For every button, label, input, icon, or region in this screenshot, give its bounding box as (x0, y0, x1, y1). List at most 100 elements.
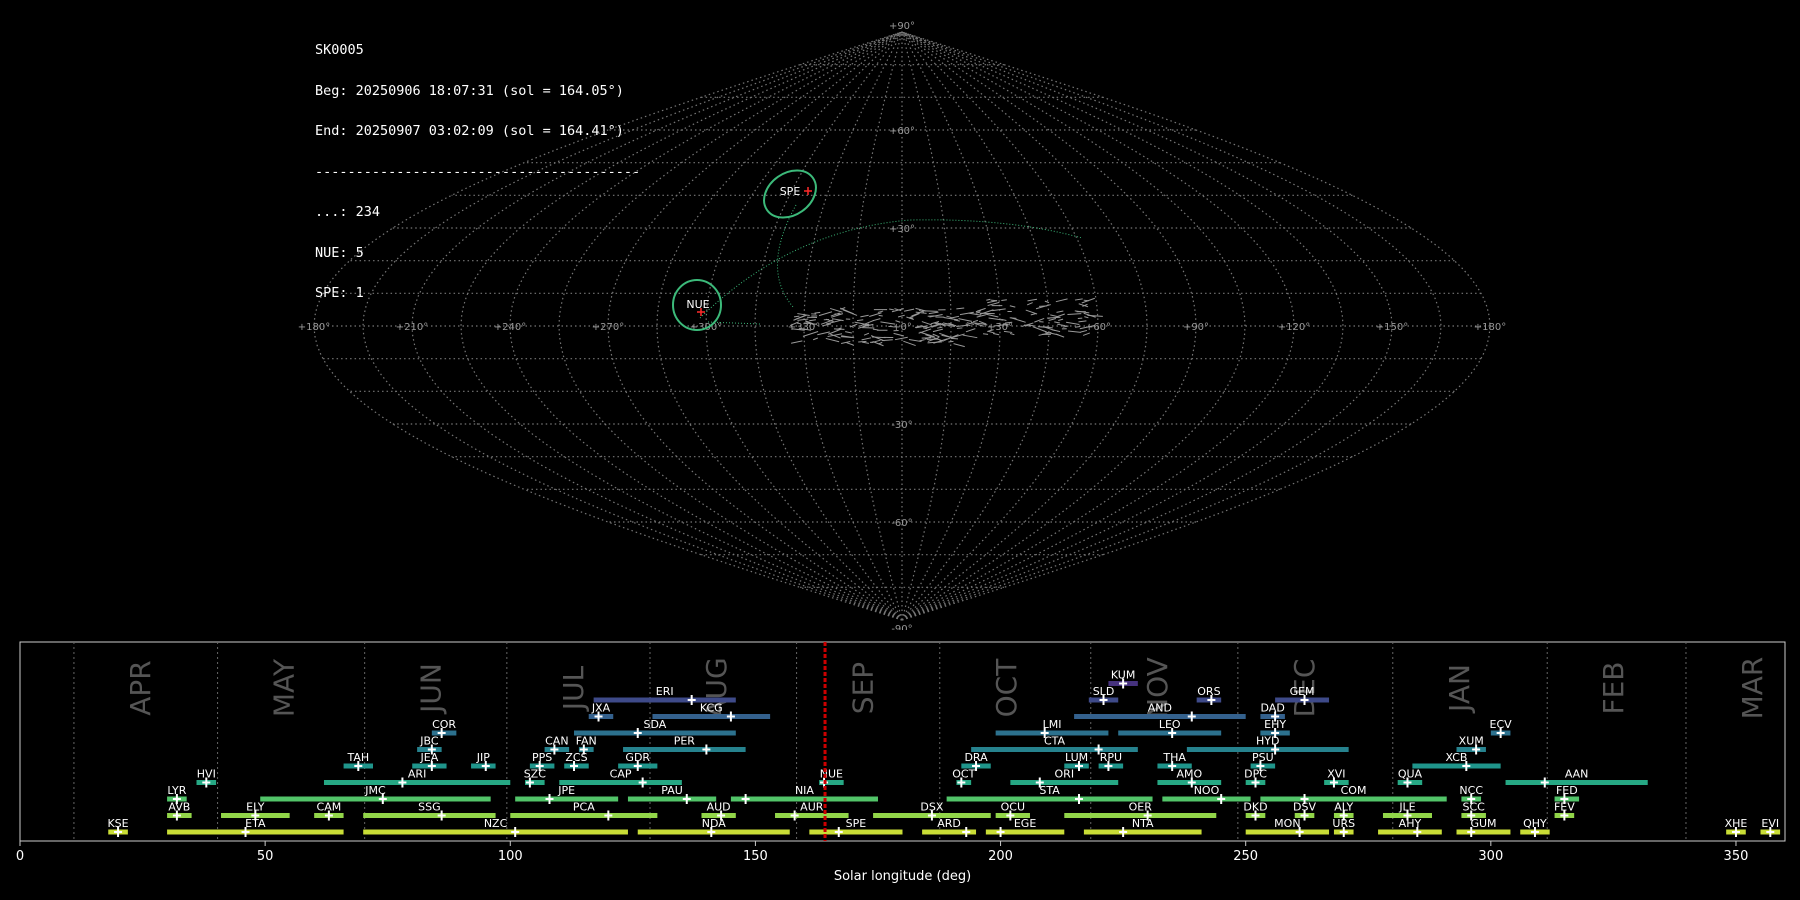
lat-label: +60° (889, 126, 915, 137)
x-axis-label: Solar longitude (deg) (834, 869, 971, 884)
x-tick-label: 100 (498, 849, 523, 864)
shower-bar (510, 813, 658, 818)
shower-bar (363, 813, 496, 818)
lon-label: +30° (987, 322, 1013, 333)
shower-evi: EVI (1760, 817, 1781, 837)
shower-label: GEM (1290, 685, 1315, 698)
meteor-streak (992, 308, 1006, 312)
shower-label: ERI (656, 685, 674, 698)
shower-label: JEA (420, 751, 439, 764)
shower-dkd: DKD (1243, 801, 1268, 821)
shower-label: JXA (591, 702, 611, 715)
meteor-streak (903, 340, 916, 347)
shower-label: NOO (1194, 784, 1220, 797)
shower-label: ECV (1490, 718, 1513, 731)
shower-label: PSU (1252, 751, 1274, 764)
meteor-streak (1046, 316, 1061, 319)
shower-label: LYR (167, 784, 186, 797)
meteor-streak (1026, 302, 1033, 306)
shower-label: SSG (418, 801, 441, 814)
meteor-streak (897, 314, 905, 318)
shower-label: ARI (408, 768, 426, 781)
month-label: JAN (1443, 664, 1476, 714)
meteor-streak (812, 337, 819, 341)
meteor-streak (972, 319, 979, 323)
meteor-streak (1062, 325, 1069, 328)
meteor-streak (1065, 321, 1080, 326)
shower-bar (809, 829, 903, 835)
meteor-streak (988, 317, 1004, 321)
shower-label: PPS (532, 751, 552, 764)
shower-label: SDA (644, 718, 667, 731)
sky-map: +180°+150°+120°+90°+60°+30°+0°+330°+300°… (298, 21, 1506, 630)
meteor-streak (814, 311, 821, 314)
meteor-streak (839, 307, 854, 315)
lon-label: +210° (396, 322, 428, 333)
meteor-streak (1074, 298, 1083, 301)
meteor-streak (948, 340, 954, 343)
meteor-streak (958, 318, 972, 322)
x-tick-label: 250 (1233, 849, 1258, 864)
meteor-streak (919, 331, 935, 338)
shower-label: CAM (317, 801, 342, 814)
shower-label: XHE (1725, 817, 1748, 830)
meteor-streak (922, 327, 928, 330)
meteor-streak (878, 314, 883, 317)
meteor-streak (1055, 298, 1068, 303)
meteor-streak (791, 340, 803, 344)
meteor-streak (1054, 321, 1060, 324)
shower-label: PAU (661, 784, 683, 797)
shower-fev: FEV (1554, 801, 1575, 821)
lon-label: +180° (1474, 322, 1506, 333)
meteor-streak (1035, 304, 1051, 310)
shower-label: CTA (1044, 735, 1066, 748)
radiant-label: NUE (686, 298, 709, 311)
meteor-streak (990, 299, 998, 302)
shower-rpu: RPU (1098, 751, 1124, 771)
meteor-streak (1009, 333, 1015, 336)
shower-label: GUM (1470, 817, 1496, 830)
shower-label: LEO (1159, 718, 1181, 731)
shower-label: STA (1039, 784, 1060, 797)
meteor-streak (946, 315, 952, 319)
shower-label: MON (1274, 817, 1300, 830)
shower-avb: AVB (167, 801, 192, 821)
shower-jxa: JXA (588, 702, 614, 722)
meteor-streak (1009, 305, 1016, 308)
shower-label: RPU (1100, 751, 1122, 764)
meteor-streak (953, 343, 965, 348)
meteor-streak (918, 328, 932, 334)
meridian-line (460, 31, 903, 621)
x-tick-label: 50 (257, 849, 274, 864)
meteor-streak (968, 312, 981, 316)
shower-label: NDA (702, 817, 727, 830)
shower-label: NCC (1459, 784, 1483, 797)
meteor-streak (909, 312, 920, 319)
meteor-streak (1056, 313, 1065, 318)
meteor-streak (1044, 300, 1050, 304)
meteor-streak (858, 340, 867, 343)
lon-label: +90° (1183, 322, 1209, 333)
month-label: JUN (415, 663, 448, 715)
lat-label: +30° (889, 224, 915, 235)
shower-label: ALY (1334, 801, 1353, 814)
meteor-streak (856, 319, 864, 322)
shower-label: PER (674, 735, 696, 748)
shower-label: COM (1341, 784, 1367, 797)
meteor-streak (1051, 329, 1061, 333)
x-tick-label: 200 (988, 849, 1013, 864)
meteor-streak (1084, 316, 1089, 319)
meteor-streak (831, 318, 844, 322)
shower-bar (515, 796, 619, 802)
meteor-streak (797, 318, 809, 321)
lat-label: -60° (891, 518, 912, 529)
shower-bar (1245, 829, 1330, 835)
lon-label: +60° (1085, 322, 1111, 333)
meteor-streak (950, 315, 960, 319)
meteor-streak (921, 321, 932, 326)
shower-radiant-spe: SPE (763, 169, 817, 219)
meteor-streak (818, 311, 833, 317)
shower-label: LUM (1065, 751, 1088, 764)
meteor-streak (1082, 332, 1091, 336)
shower-label: KUM (1111, 669, 1135, 682)
